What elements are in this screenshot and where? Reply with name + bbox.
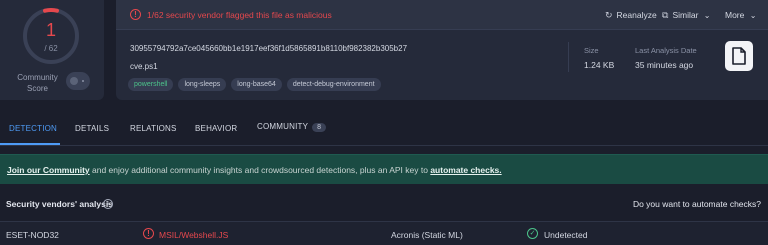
check-circle-icon: ✓ <box>527 228 538 239</box>
tab-community-label: COMMUNITY <box>257 122 309 131</box>
automate-checks-link[interactable]: automate checks. <box>430 165 501 175</box>
vendor-name: ESET-NOD32 <box>6 230 59 240</box>
community-score-toggle[interactable] <box>66 72 90 90</box>
alert-text: 1/62 security vendor flagged this file a… <box>147 10 332 20</box>
detection-result: Undetected <box>544 230 588 240</box>
file-type-badge <box>725 41 753 71</box>
meta-divider <box>568 42 569 72</box>
more-label: More <box>725 10 745 20</box>
active-tab-indicator <box>0 143 60 145</box>
tag-long-base64[interactable]: long-base64 <box>231 78 282 91</box>
community-banner: Join our Community and enjoy additional … <box>0 154 768 184</box>
automate-question[interactable]: Do you want to automate checks? <box>633 199 761 209</box>
file-name: cve.ps1 <box>130 62 158 71</box>
tab-behavior[interactable]: BEHAVIOR <box>195 124 237 133</box>
detection-total: / 62 <box>44 44 58 53</box>
vendors-title: Security vendors' analysis <box>6 199 113 209</box>
similar-button[interactable]: ⧉ Similar ⌄ <box>662 10 711 21</box>
detection-count: 1 <box>45 20 56 40</box>
info-icon[interactable]: i <box>103 199 113 209</box>
banner-text: Join our Community and enjoy additional … <box>7 165 502 175</box>
table-row: ESET-NOD32 ! MSIL/Webshell.JS Acronis (S… <box>0 221 768 245</box>
toggle-knob <box>70 77 78 85</box>
last-analysis-label: Last Analysis Date <box>635 46 697 55</box>
refresh-icon: ↻ <box>605 10 613 20</box>
file-summary-panel: ! 1/62 security vendor flagged this file… <box>116 0 768 100</box>
community-count-badge: 8 <box>312 123 327 132</box>
chevron-down-icon: ⌄ <box>749 11 757 20</box>
tag-powershell[interactable]: powershell <box>128 78 174 91</box>
tag-long-sleeps[interactable]: long-sleeps <box>178 78 227 91</box>
alert-bar: ! 1/62 security vendor flagged this file… <box>116 0 768 30</box>
more-button[interactable]: More ⌄ <box>725 10 756 20</box>
similar-icon: ⧉ <box>662 10 669 20</box>
tag-detect-debug-environment[interactable]: detect-debug-environment <box>286 78 381 91</box>
size-label: Size <box>584 46 599 55</box>
tab-bar: DETECTION DETAILS RELATIONS BEHAVIOR COM… <box>0 110 768 146</box>
size-value: 1.24 KB <box>584 60 615 70</box>
join-community-link[interactable]: Join our Community <box>7 165 90 175</box>
vendors-header: Security vendors' analysis i Do you want… <box>0 193 768 215</box>
document-icon <box>732 47 746 65</box>
exclamation-circle-icon: ! <box>130 9 141 20</box>
tab-community[interactable]: COMMUNITY 8 <box>257 122 327 132</box>
banner-middle-text: and enjoy additional community insights … <box>89 165 431 175</box>
tab-detection[interactable]: DETECTION <box>9 124 57 133</box>
file-hash[interactable]: 30955794792a7ce045660bb1e1917eef36f1d586… <box>130 44 407 53</box>
tab-relations[interactable]: RELATIONS <box>130 124 177 133</box>
detection-gauge: 1 / 62 <box>21 6 81 66</box>
malicious-icon: ! <box>143 228 154 239</box>
tab-details[interactable]: DETAILS <box>75 124 109 133</box>
chevron-down-icon: ⌄ <box>703 11 711 20</box>
vendor-name: Acronis (Static ML) <box>391 230 463 240</box>
last-analysis-value: 35 minutes ago <box>635 60 694 70</box>
community-score-label: Community Score <box>17 73 58 93</box>
file-tags: powershell long-sleeps long-base64 detec… <box>128 78 381 91</box>
similar-label: Similar <box>672 10 699 20</box>
detection-result[interactable]: MSIL/Webshell.JS <box>159 230 228 240</box>
detection-score-card: 1 / 62 Community Score <box>0 0 104 100</box>
reanalyze-label: Reanalyze <box>616 10 657 20</box>
toggle-dot <box>82 80 84 82</box>
reanalyze-button[interactable]: ↻ Reanalyze <box>605 10 657 21</box>
